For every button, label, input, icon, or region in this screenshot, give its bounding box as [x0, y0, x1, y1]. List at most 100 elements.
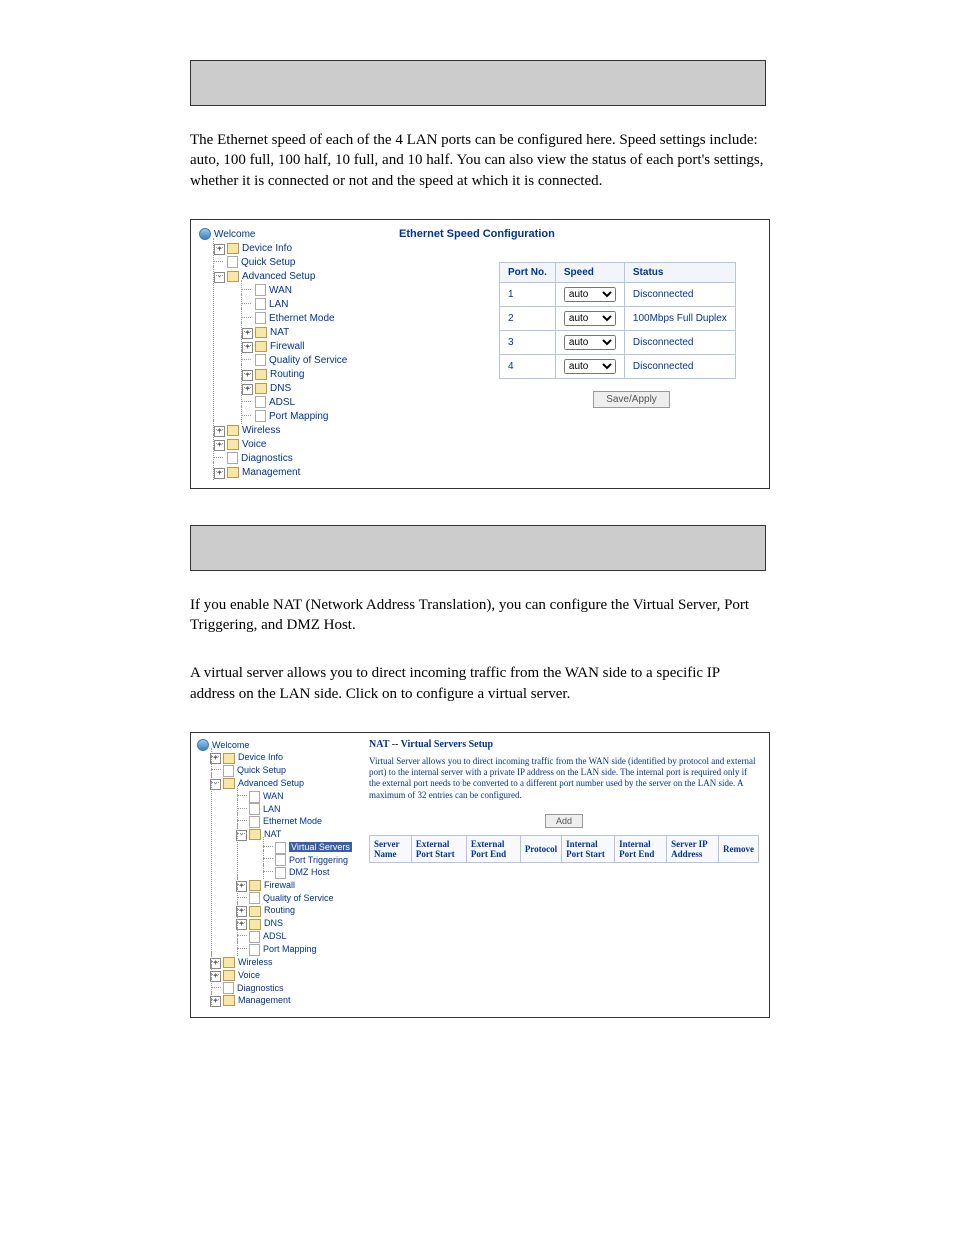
tree-dns[interactable]: DNS: [270, 383, 291, 394]
tree-device-info[interactable]: Device Info: [238, 752, 283, 762]
file-icon: [255, 284, 266, 296]
file-icon: [255, 312, 266, 324]
tree-root[interactable]: Welcome: [212, 740, 249, 750]
tree-adsl[interactable]: ADSL: [269, 397, 295, 408]
tree-management[interactable]: Management: [238, 995, 291, 1005]
tree-wireless[interactable]: Wireless: [238, 957, 273, 967]
folder-icon: [227, 467, 239, 478]
table-row: 3 auto Disconnected: [500, 330, 736, 354]
th-int-port-start: Internal Port Start: [562, 835, 615, 862]
tree-routing[interactable]: Routing: [270, 369, 304, 380]
expander-icon[interactable]: +: [214, 244, 225, 255]
tree-qos[interactable]: Quality of Service: [269, 355, 347, 366]
content-title: Ethernet Speed Configuration: [399, 228, 759, 240]
tree-adsl[interactable]: ADSL: [263, 931, 287, 941]
tree-root[interactable]: Welcome: [214, 229, 256, 240]
table-row: 1 auto Disconnected: [500, 282, 736, 306]
expander-icon[interactable]: +: [242, 370, 253, 381]
expander-icon[interactable]: +: [214, 440, 225, 451]
expander-icon[interactable]: +: [214, 468, 225, 479]
table-row: 2 auto 100Mbps Full Duplex: [500, 306, 736, 330]
cell-status: Disconnected: [624, 354, 735, 378]
folder-icon: [223, 970, 235, 981]
file-icon: [223, 982, 234, 994]
expander-icon[interactable]: -: [210, 779, 221, 790]
tree-quick-setup[interactable]: Quick Setup: [237, 765, 286, 775]
cell-status: Disconnected: [624, 330, 735, 354]
cell-status: 100Mbps Full Duplex: [624, 306, 735, 330]
expander-icon[interactable]: +: [242, 384, 253, 395]
folder-open-icon: [249, 829, 261, 840]
file-icon: [249, 944, 260, 956]
speed-select[interactable]: auto: [564, 287, 616, 302]
tree-advanced-setup[interactable]: Advanced Setup: [238, 778, 304, 788]
tree-wan[interactable]: WAN: [263, 791, 284, 801]
tree-ethernet-mode[interactable]: Ethernet Mode: [263, 816, 322, 826]
speed-select[interactable]: auto: [564, 359, 616, 374]
tree-device-info[interactable]: Device Info: [242, 243, 292, 254]
expander-icon[interactable]: +: [242, 342, 253, 353]
expander-icon[interactable]: +: [242, 328, 253, 339]
save-apply-button[interactable]: Save/Apply: [593, 391, 670, 408]
tree-lan[interactable]: LAN: [263, 804, 281, 814]
speed-select[interactable]: auto: [564, 311, 616, 326]
section-banner-2: [190, 525, 766, 571]
cell-port: 1: [500, 282, 556, 306]
tree-voice[interactable]: Voice: [238, 970, 260, 980]
th-ext-port-start: External Port Start: [411, 835, 466, 862]
tree-dns[interactable]: DNS: [264, 918, 283, 928]
th-speed: Speed: [555, 262, 624, 282]
th-port: Port No.: [500, 262, 556, 282]
folder-icon: [255, 341, 267, 352]
th-status: Status: [624, 262, 735, 282]
tree-nat[interactable]: NAT: [264, 829, 281, 839]
tree-firewall[interactable]: Firewall: [264, 880, 295, 890]
folder-icon: [223, 957, 235, 968]
virtual-server-text: A virtual server allows you to direct in…: [190, 663, 764, 704]
expander-icon[interactable]: -: [214, 272, 225, 283]
virtual-servers-screenshot: Welcome + Device Info Quick Setup - Advanc…: [190, 732, 770, 1019]
speed-select[interactable]: auto: [564, 335, 616, 350]
tree-firewall[interactable]: Firewall: [270, 341, 304, 352]
tree-diagnostics[interactable]: Diagnostics: [237, 983, 284, 993]
folder-icon: [255, 327, 267, 338]
file-icon: [249, 931, 260, 943]
file-icon: [275, 867, 286, 879]
expander-icon[interactable]: +: [214, 426, 225, 437]
th-protocol: Protocol: [520, 835, 561, 862]
tree-port-mapping[interactable]: Port Mapping: [269, 411, 328, 422]
th-server-name: Server Name: [370, 835, 412, 862]
folder-icon: [223, 995, 235, 1006]
tree-lan[interactable]: LAN: [269, 299, 288, 310]
tree-port-triggering[interactable]: Port Triggering: [289, 855, 348, 865]
tree-management[interactable]: Management: [242, 467, 300, 478]
nat-intro-text: If you enable NAT (Network Address Trans…: [190, 595, 764, 636]
tree-nat[interactable]: NAT: [270, 327, 289, 338]
cell-status: Disconnected: [624, 282, 735, 306]
file-icon: [249, 816, 260, 828]
vs-description: Virtual Server allows you to direct inco…: [369, 756, 759, 801]
folder-icon: [249, 880, 261, 891]
folder-icon: [227, 425, 239, 436]
virtual-servers-table: Server Name External Port Start External…: [369, 835, 759, 863]
tree-port-mapping[interactable]: Port Mapping: [263, 944, 317, 954]
add-button[interactable]: Add: [545, 814, 583, 828]
expander-icon[interactable]: -: [236, 830, 247, 841]
tree-dmz-host[interactable]: DMZ Host: [289, 867, 330, 877]
th-server-ip: Server IP Address: [667, 835, 719, 862]
tree-voice[interactable]: Voice: [242, 439, 266, 450]
tree-advanced-setup[interactable]: Advanced Setup: [242, 271, 315, 282]
tree-virtual-servers[interactable]: Virtual Servers: [289, 842, 352, 852]
tree-wan[interactable]: WAN: [269, 285, 292, 296]
cell-port: 2: [500, 306, 556, 330]
expander-icon[interactable]: +: [210, 996, 221, 1007]
folder-icon: [227, 439, 239, 450]
section-banner-1: [190, 60, 766, 106]
folder-icon: [249, 906, 261, 917]
tree-routing[interactable]: Routing: [264, 905, 295, 915]
tree-qos[interactable]: Quality of Service: [263, 893, 334, 903]
tree-quick-setup[interactable]: Quick Setup: [241, 257, 295, 268]
tree-ethernet-mode[interactable]: Ethernet Mode: [269, 313, 335, 324]
tree-diagnostics[interactable]: Diagnostics: [241, 453, 293, 464]
tree-wireless[interactable]: Wireless: [242, 425, 280, 436]
